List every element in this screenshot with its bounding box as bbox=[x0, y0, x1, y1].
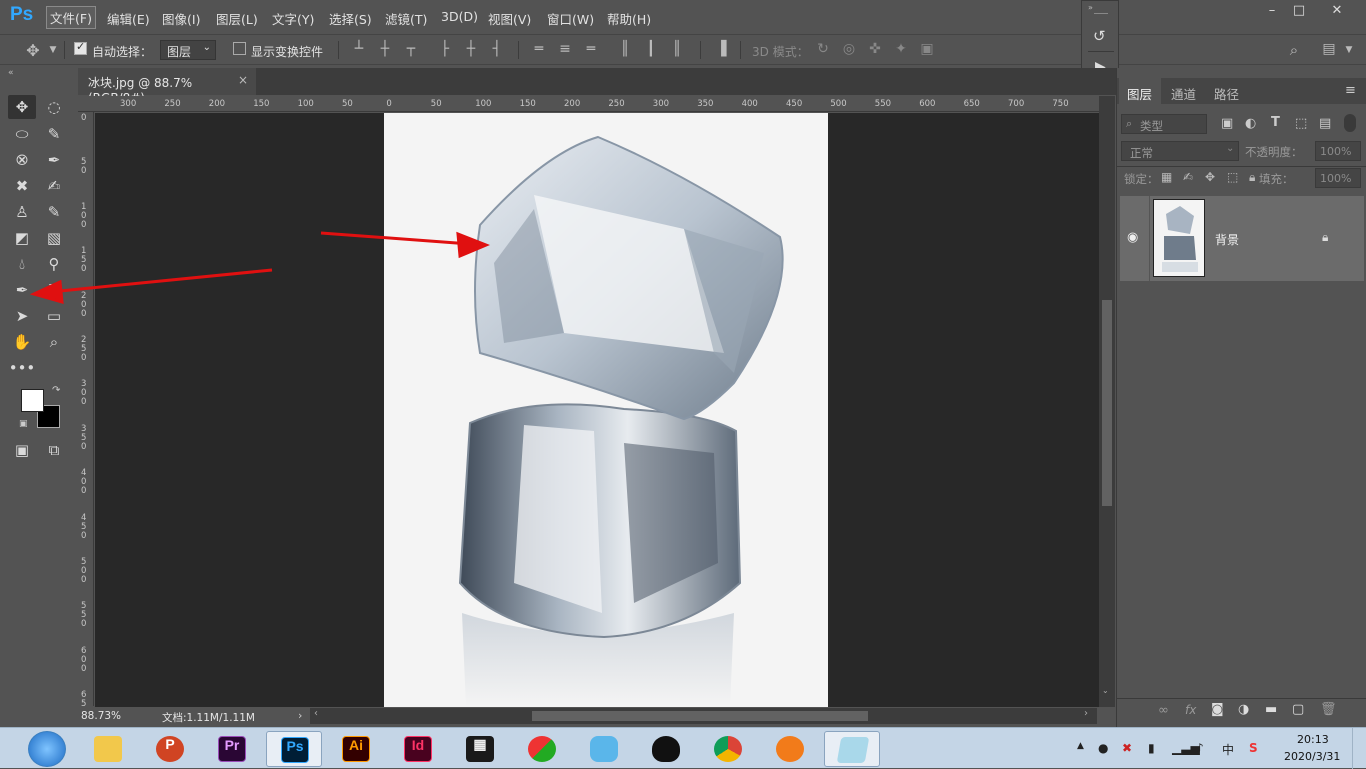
arrow-to-image bbox=[320, 231, 471, 246]
start-button[interactable] bbox=[28, 731, 66, 767]
lock-image-icon[interactable]: ✍ bbox=[1183, 170, 1193, 184]
orange-app-icon bbox=[776, 736, 804, 762]
taskbar-video-app[interactable]: ▦ bbox=[452, 731, 508, 767]
status-bar: 88.73% 文档:1.11M/1.11M › bbox=[78, 707, 310, 725]
filter-smart-object-icon[interactable]: ▤ bbox=[1319, 116, 1331, 131]
document-size: 文档:1.11M/1.11M bbox=[162, 712, 255, 724]
divider bbox=[1117, 698, 1366, 699]
fill-input[interactable]: 100% bbox=[1315, 168, 1361, 188]
adjustment-layer-icon[interactable]: ◑ bbox=[1238, 702, 1249, 717]
scroll-down-icon[interactable]: ⌄ bbox=[1102, 686, 1109, 695]
scroll-left-icon[interactable]: ‹ bbox=[314, 708, 318, 719]
fill-label: 填充： bbox=[1259, 172, 1294, 186]
fx-icon[interactable]: fx bbox=[1185, 703, 1196, 717]
arrow-head bbox=[456, 231, 490, 259]
status-menu-icon[interactable]: › bbox=[298, 709, 302, 722]
add-mask-icon[interactable]: ◙ bbox=[1211, 702, 1224, 717]
filter-shape-icon[interactable]: ⬚ bbox=[1295, 116, 1307, 131]
ime-indicator[interactable]: 中 bbox=[1222, 741, 1234, 758]
opacity-label: 不透明度： bbox=[1245, 145, 1303, 159]
lock-transparent-icon[interactable]: ▦ bbox=[1161, 170, 1172, 184]
taskbar-app-notes[interactable] bbox=[824, 731, 880, 767]
arrow-head bbox=[29, 279, 64, 305]
notes-icon bbox=[836, 737, 870, 763]
taskbar-indesign[interactable]: Id bbox=[390, 731, 446, 767]
new-group-icon[interactable]: ▬ bbox=[1265, 702, 1277, 717]
chevron-down-icon: ⌄ bbox=[1226, 143, 1235, 154]
horizontal-scrollbar[interactable]: ‹ › bbox=[310, 708, 1097, 724]
device-icon[interactable]: ▮ bbox=[1148, 741, 1155, 755]
tab-layers[interactable]: 图层 bbox=[1127, 84, 1152, 103]
film-icon: ▦ bbox=[466, 736, 494, 762]
taskbar-app-orange[interactable] bbox=[762, 731, 818, 767]
panel-menu-icon[interactable]: ≡ bbox=[1345, 83, 1356, 98]
filter-pixel-icon[interactable]: ▣ bbox=[1221, 116, 1233, 131]
qq-tray-icon[interactable]: ● bbox=[1098, 741, 1108, 755]
layer-row[interactable]: ◉ 背景 🔒︎ bbox=[1120, 196, 1364, 281]
filter-adjustment-icon[interactable]: ◐ bbox=[1245, 116, 1256, 131]
layer-filter-value: 类型 bbox=[1140, 119, 1163, 133]
blend-mode-dropdown[interactable]: 正常 ⌄ bbox=[1121, 141, 1239, 161]
search-icon: ⌕ bbox=[1126, 117, 1133, 130]
layer-name[interactable]: 背景 bbox=[1215, 231, 1239, 248]
windows-taskbar: P Pr Ps Ai Id ▦ ▲ ● ✖ ▮ ▁▃▅ ♪ 中 S 20:13 … bbox=[0, 727, 1366, 769]
taskbar-illustrator[interactable]: Ai bbox=[328, 731, 384, 767]
opacity-value: 100% bbox=[1320, 145, 1352, 158]
sogou-icon[interactable]: S bbox=[1249, 741, 1258, 755]
vertical-scrollbar[interactable]: ⌄ bbox=[1099, 96, 1115, 707]
volume-icon[interactable]: ♪ bbox=[1196, 741, 1204, 755]
tab-channels[interactable]: 通道 bbox=[1171, 84, 1196, 103]
arrow-to-pen-tool bbox=[49, 268, 273, 294]
scroll-thumb[interactable] bbox=[1102, 300, 1112, 506]
taskbar-powerpoint[interactable]: P bbox=[142, 731, 198, 767]
layer-lock-icon: 🔒︎ bbox=[1322, 230, 1329, 244]
lock-all-icon[interactable]: 🔒︎ bbox=[1249, 170, 1255, 185]
clock-time[interactable]: 20:13 bbox=[1297, 733, 1329, 746]
taskbar-app-umbrella[interactable] bbox=[514, 731, 570, 767]
lock-artboard-icon[interactable]: ⬚ bbox=[1227, 170, 1238, 184]
taskbar-explorer[interactable] bbox=[80, 731, 136, 767]
trash-icon[interactable]: 🗑︎ bbox=[1320, 702, 1337, 717]
show-desktop-button[interactable] bbox=[1352, 728, 1366, 769]
powerpoint-icon: P bbox=[156, 736, 184, 762]
filter-toggle[interactable] bbox=[1344, 114, 1356, 132]
premiere-icon: Pr bbox=[218, 736, 246, 762]
lock-label: 锁定： bbox=[1124, 172, 1159, 186]
tab-paths[interactable]: 路径 bbox=[1214, 84, 1239, 103]
divider bbox=[1149, 196, 1150, 281]
taskbar-chrome[interactable] bbox=[700, 731, 756, 767]
lock-position-icon[interactable]: ✥ bbox=[1205, 170, 1215, 184]
zoom-level[interactable]: 88.73% bbox=[81, 710, 121, 722]
clock-date[interactable]: 2020/3/31 bbox=[1284, 750, 1340, 763]
umbrella-icon bbox=[528, 736, 556, 762]
qq-penguin-icon bbox=[652, 736, 680, 762]
photoshop-icon: Ps bbox=[281, 737, 309, 763]
taskbar-qq[interactable] bbox=[638, 731, 694, 767]
filter-type-icon[interactable]: T bbox=[1271, 115, 1280, 130]
taskbar-app-bird[interactable] bbox=[576, 731, 632, 767]
new-layer-icon[interactable]: ▢ bbox=[1292, 702, 1304, 717]
layer-thumbnail bbox=[1153, 199, 1205, 277]
opacity-input[interactable]: 100% bbox=[1315, 141, 1361, 161]
foreground-color-swatch[interactable] bbox=[21, 389, 44, 412]
layers-panel: 图层 通道 路径 ≡ ⌕ 类型 ▣ ◐ T ⬚ ▤ 正常 ⌄ 不透明度： 100… bbox=[1116, 68, 1366, 727]
eye-icon[interactable]: ◉ bbox=[1127, 230, 1138, 245]
layer-thumbnail-image bbox=[1162, 206, 1198, 272]
taskbar-photoshop[interactable]: Ps bbox=[266, 731, 322, 767]
layer-filter-dropdown[interactable]: ⌕ 类型 bbox=[1121, 114, 1207, 134]
divider bbox=[1117, 166, 1366, 167]
blend-mode-value: 正常 bbox=[1130, 146, 1153, 160]
indesign-icon: Id bbox=[404, 736, 432, 762]
scroll-thumb[interactable] bbox=[532, 711, 868, 721]
tray-expand-icon[interactable]: ▲ bbox=[1077, 741, 1084, 751]
chrome-icon bbox=[714, 736, 742, 762]
network-warning-icon[interactable]: ✖ bbox=[1122, 741, 1132, 755]
link-layers-icon[interactable]: ∞ bbox=[1158, 703, 1169, 718]
fill-value: 100% bbox=[1320, 172, 1352, 185]
illustrator-icon: Ai bbox=[342, 736, 370, 762]
scroll-right-icon[interactable]: › bbox=[1084, 708, 1088, 719]
bird-icon bbox=[590, 736, 618, 762]
folder-icon bbox=[94, 736, 122, 762]
taskbar-premiere[interactable]: Pr bbox=[204, 731, 260, 767]
